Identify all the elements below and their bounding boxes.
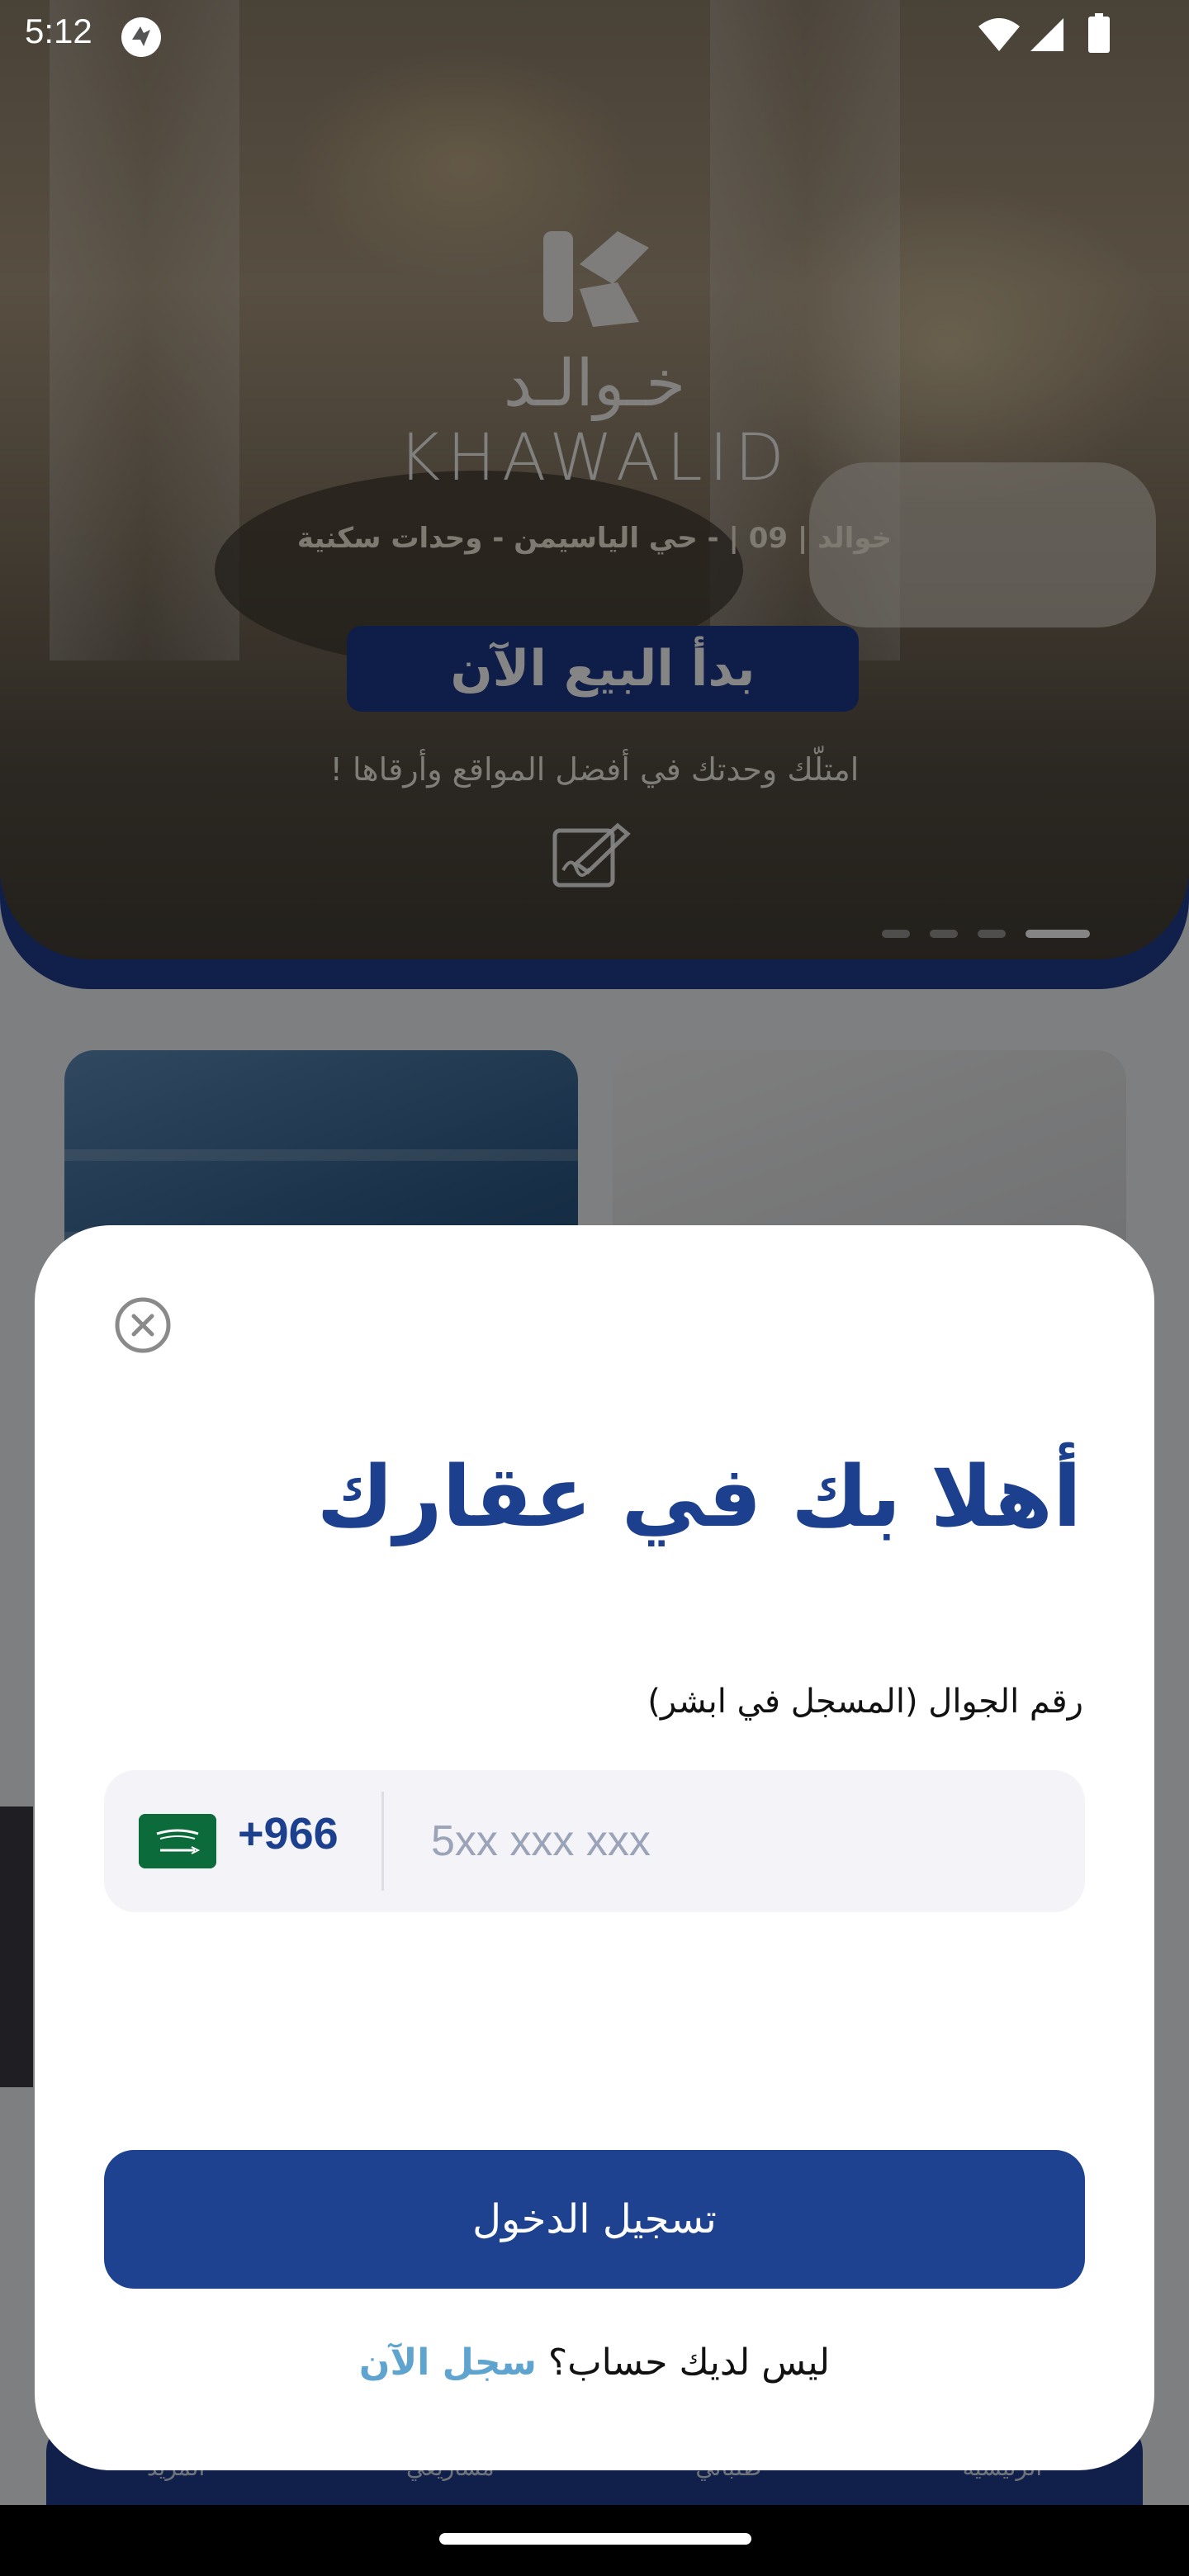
welcome-title: أهلا بك في عقارك: [316, 1448, 1082, 1546]
field-divider: [381, 1792, 384, 1891]
phone-input[interactable]: [393, 1795, 1054, 1887]
login-button[interactable]: تسجيل الدخول: [104, 2150, 1085, 2289]
country-code[interactable]: +966: [238, 1808, 339, 1859]
signup-link[interactable]: سجل الآن: [359, 2342, 537, 2384]
phone-field[interactable]: +966: [104, 1770, 1085, 1912]
system-navigation-bar: [0, 2505, 1189, 2576]
cell-signal-icon: [1030, 18, 1063, 51]
home-gesture-handle[interactable]: [439, 2533, 751, 2545]
phone-field-label: رقم الجوال (المسجل في ابشر): [647, 1683, 1083, 1721]
signup-prompt: ليس لديك حساب؟ سجل الآن: [35, 2342, 1154, 2384]
app-notification-icon: [121, 17, 161, 57]
status-bar: 5:12: [0, 0, 1189, 71]
status-time: 5:12: [25, 12, 92, 50]
login-sheet: أهلا بك في عقارك رقم الجوال (المسجل في ا…: [35, 1225, 1154, 2470]
no-account-text: ليس لديك حساب؟: [547, 2342, 831, 2384]
saudi-flag-icon[interactable]: [139, 1814, 216, 1868]
wifi-icon: [978, 18, 1020, 51]
close-icon[interactable]: [114, 1296, 172, 1354]
battery-icon: [1088, 13, 1110, 53]
